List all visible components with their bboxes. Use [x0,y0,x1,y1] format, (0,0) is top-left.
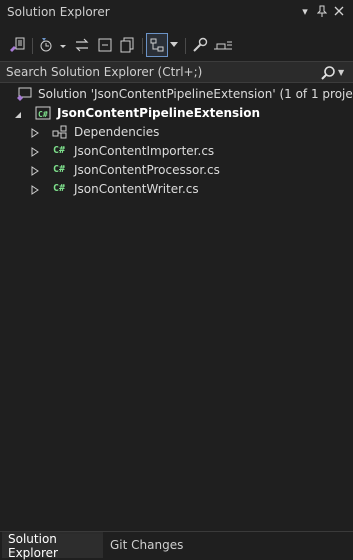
toolbar-separator [185,38,186,54]
file-label: JsonContentWriter.cs [74,182,199,196]
tab-solution-explorer[interactable]: Solution Explorer [2,532,103,560]
search-input[interactable] [6,64,306,80]
search-options-dropdown-icon[interactable]: ▼ [338,68,344,77]
dropdown-icon[interactable]: ▾ [299,4,311,18]
tree-item-solution[interactable]: Solution 'JsonContentPipelineExtension' … [0,85,353,104]
properties-icon[interactable] [189,33,211,57]
toolbar [0,33,353,59]
toolbar-separator [142,38,143,54]
search-bar: ▼ [0,61,353,83]
solution-label: Solution 'JsonContentPipelineExtension' … [38,87,353,101]
close-icon[interactable] [333,4,345,18]
preview-selected-items-icon[interactable] [146,33,168,57]
file-label: JsonContentProcessor.cs [74,163,220,177]
title-bar: Solution Explorer ▾ [0,0,353,22]
search-icon[interactable] [320,65,336,81]
bottom-tab-strip: Solution Explorer Git Changes [0,531,353,560]
tree-item-file[interactable]: C# JsonContentProcessor.cs [0,161,353,180]
dependencies-icon [52,125,68,142]
collapsed-arrow-icon[interactable] [31,184,41,195]
project-label: JsonContentPipelineExtension [57,106,261,120]
show-all-files-icon[interactable] [116,33,138,57]
switch-views-icon[interactable] [6,33,28,57]
preview-dropdown-icon[interactable] [168,33,180,57]
csharp-file-icon: C# [53,145,66,156]
csharp-file-icon: C# [53,164,66,175]
tree-item-dependencies[interactable]: Dependencies [0,123,353,142]
collapsed-arrow-icon[interactable] [31,165,41,176]
collapsed-arrow-icon[interactable] [31,146,41,157]
sync-with-active-document-icon[interactable] [71,33,93,57]
csharp-file-icon: C# [53,183,66,194]
solution-icon [16,87,32,105]
pin-icon[interactable] [316,4,328,18]
file-label: JsonContentImporter.cs [74,144,215,158]
csharp-project-icon: C# [35,105,51,124]
window-title: Solution Explorer [7,5,110,19]
tree-item-file[interactable]: C# JsonContentWriter.cs [0,180,353,199]
collapsed-arrow-icon[interactable] [31,127,41,138]
tree-item-project[interactable]: C# JsonContentPipelineExtension [0,104,353,123]
svg-text:C#: C# [38,110,48,119]
toolbar-separator [32,38,33,54]
dependencies-label: Dependencies [74,125,160,139]
tree-item-file[interactable]: C# JsonContentImporter.cs [0,142,353,161]
tab-git-changes[interactable]: Git Changes [110,532,190,558]
expanded-arrow-icon[interactable] [14,108,24,118]
pending-changes-filter-icon[interactable] [37,33,67,57]
collapse-all-icon[interactable] [94,33,116,57]
settings-icon[interactable] [211,33,235,57]
